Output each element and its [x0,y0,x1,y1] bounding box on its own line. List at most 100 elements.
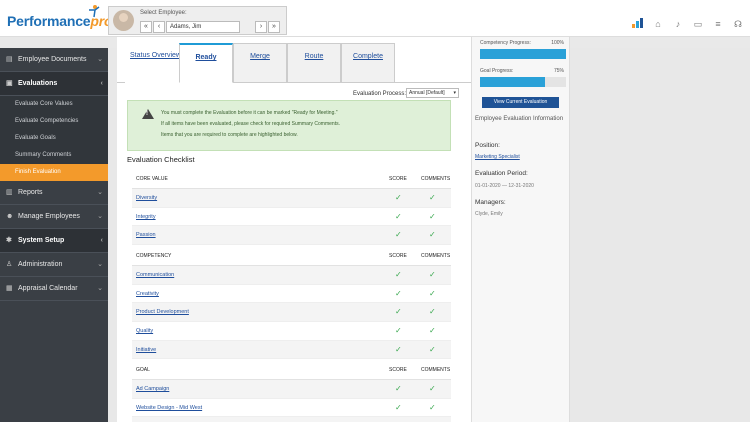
check-icon: ✓ [429,230,436,240]
checklist-title: Evaluation Checklist [127,155,195,164]
headset-icon[interactable]: ☊ [732,19,744,30]
id-card-icon[interactable]: ▭ [692,19,704,30]
tab-merge[interactable]: Merge [233,43,287,83]
checklist-item-link[interactable]: Integrity [132,214,156,220]
tab-bar: Status Overview Ready Merge Route Comple… [117,43,471,83]
sidebar-item-label: Employee Documents [18,56,87,63]
bell-icon[interactable]: ♪ [672,19,684,29]
evaluations-icon: ▣ [6,80,13,87]
right-panel: Competency Progress: 100% Goal Progress:… [471,37,570,422]
checklist-item-link[interactable]: Product Development [132,309,189,315]
sidebar-item-label: Evaluations [18,80,58,87]
sidebar-item-evaluations[interactable]: ▣ Evaluations ‹ [0,72,108,96]
goal-progress-label: Goal Progress: [480,68,514,74]
position-link[interactable]: Marketing Specialist [475,154,520,160]
sidebar-item-reports[interactable]: ▥ Reports ⌄ [0,181,108,205]
chevron-down-icon: ⌄ [97,285,103,292]
tab-complete[interactable]: Complete [341,43,395,83]
avatar [113,10,134,31]
last-employee-button[interactable]: » [268,21,280,33]
tab-status-overview[interactable]: Status Overview [125,43,186,83]
sidebar-item-employee-documents[interactable]: ▤ Employee Documents ⌄ [0,48,108,72]
sidebar-item-manage-employees[interactable]: ☻ Manage Employees ⌄ [0,205,108,229]
employee-name-field[interactable]: Adams, Jim [166,21,240,33]
section-header: CORE VALUE SCORE COMMENTS [132,170,451,189]
competency-progress-bar [480,49,566,59]
goal-progress-value: 75% [553,68,564,74]
section-header: GOAL SCORE COMMENTS [132,361,451,380]
chevron-down-icon: ⌄ [97,261,103,268]
evaluation-process-select[interactable]: Annual [Default] [406,88,459,98]
table-row: Product Development ✓ ✓ [132,303,451,323]
chevron-down-icon: ⌄ [97,189,103,196]
goal-progress-fill [480,77,545,87]
checklist-item-link[interactable]: Passion [132,232,156,238]
sidebar-item-appraisal-calendar[interactable]: ▦ Appraisal Calendar ⌄ [0,277,108,301]
warning-alert: ! You must complete the Evaluation befor… [127,100,451,151]
tab-ready[interactable]: Ready [179,43,233,83]
info-title: Employee Evaluation Information [475,116,564,122]
checklist-item-link[interactable]: Website Design - Mid West [132,405,202,411]
person-icon: ♙ [6,261,13,268]
alert-text: Items that you are required to complete … [161,132,298,138]
checklist-item-link[interactable]: Initiative [132,347,156,353]
checklist-item-link[interactable]: Quality [132,328,153,334]
check-icon: ✓ [395,402,402,412]
evaluation-process-label: Evaluation Process: [353,91,407,97]
sidebar-subitem-goals[interactable]: Evaluate Goals [0,130,108,147]
sidebar-item-label: Reports [18,189,43,196]
sidebar-item-label: System Setup [18,237,65,244]
table-row: Initiative ✓ ✓ [132,340,451,360]
sidebar-subitem-competencies[interactable]: Evaluate Competencies [0,113,108,130]
gear-icon: ✱ [6,237,12,244]
table-row: Creativity ✓ ✓ [132,285,451,304]
tab-route[interactable]: Route [287,43,341,83]
check-icon: ✓ [429,193,436,202]
chevron-down-icon: ⌄ [97,213,103,220]
logo-text: Performance [7,13,91,29]
score-header: SCORE [389,367,407,373]
sidebar-item-label: Administration [18,261,63,268]
goal-progress-bar [480,77,566,87]
view-current-evaluation-button[interactable]: View Current Evaluation [482,97,559,108]
check-icon: ✓ [395,288,402,298]
prev-employee-button[interactable]: ‹ [153,21,165,33]
comments-header: COMMENTS [421,253,451,259]
check-icon: ✓ [395,307,402,317]
comments-header: COMMENTS [421,367,451,373]
competency-progress-value: 100% [551,40,564,46]
users-icon: ☻ [6,213,14,220]
check-icon: ✓ [429,384,436,393]
check-icon: ✓ [395,344,402,354]
checklist-item-link[interactable]: Communication [132,272,174,278]
checklist-item-link[interactable]: Ad Campaign [132,386,169,392]
employee-label: Select Employee: [140,10,187,16]
period-value: 01-01-2020 — 12-31-2020 [475,183,534,189]
competency-progress-label: Competency Progress: [480,40,531,46]
check-icon: ✓ [395,193,402,202]
warning-icon: ! [142,109,154,119]
sidebar-subitem-finish-evaluation[interactable]: Finish Evaluation [0,164,108,181]
managers-label: Managers: [475,199,506,206]
sidebar-subitem-summary-comments[interactable]: Summary Comments [0,147,108,164]
chevron-left-icon: ‹ [100,80,103,87]
checklist-item-link[interactable]: Creativity [132,291,159,297]
next-employee-button[interactable]: › [255,21,267,33]
position-label: Position: [475,142,500,149]
sidebar-item-administration[interactable]: ♙ Administration ⌄ [0,253,108,277]
sidebar-subitem-core-values[interactable]: Evaluate Core Values [0,96,108,113]
chart-icon[interactable] [632,18,644,30]
top-bar: Performancepro Select Employee: « ‹ Adam… [0,0,750,37]
first-employee-button[interactable]: « [140,21,152,33]
sidebar-item-system-setup[interactable]: ✱ System Setup ‹ [0,229,108,253]
chevron-left-icon: ‹ [100,237,103,244]
check-icon: ✓ [429,326,436,336]
checklist-item-link[interactable]: Diversity [132,195,157,201]
sidebar-item-label: Manage Employees [18,213,80,220]
table-row: Quality ✓ ✓ [132,322,451,341]
home-icon[interactable]: ⌂ [652,19,664,29]
check-icon: ✓ [395,230,402,240]
settings-sliders-icon[interactable]: ≡ [712,19,724,29]
sidebar-item-label: Appraisal Calendar [18,285,78,292]
check-icon: ✓ [429,402,436,412]
